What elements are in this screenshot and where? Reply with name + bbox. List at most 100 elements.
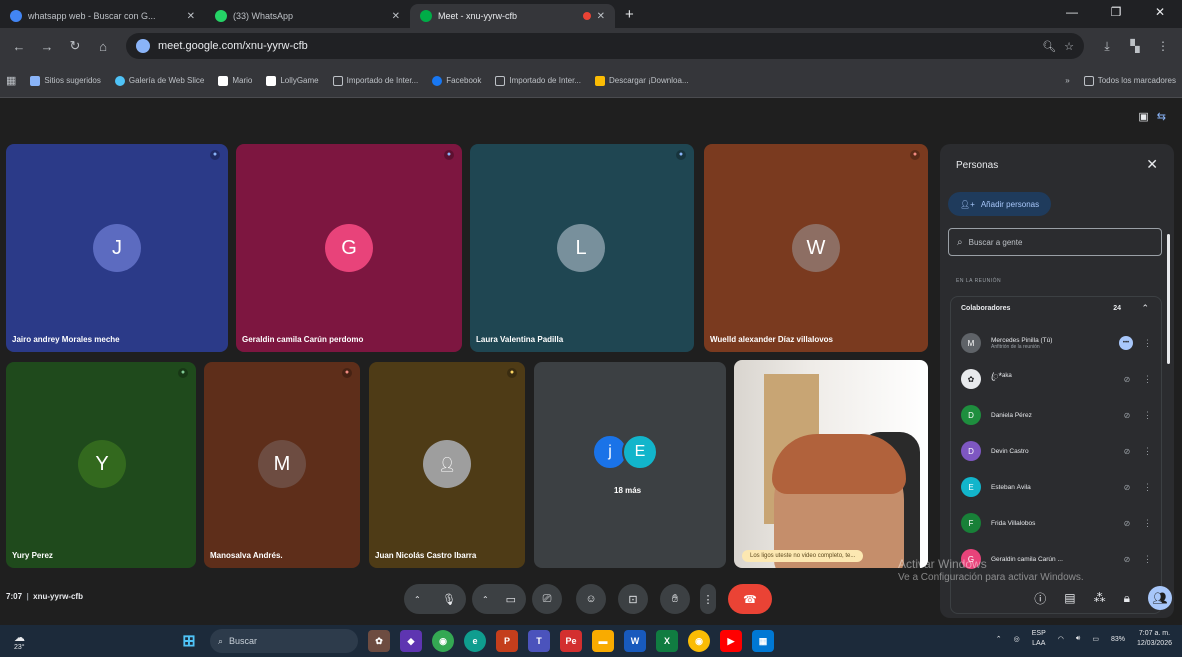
caption-banner[interactable]: Los ligos uteste no video completo, te..…	[742, 550, 864, 562]
close-tab-icon[interactable]: ✕	[187, 11, 195, 22]
powerpoint-icon[interactable]: P	[496, 630, 518, 652]
more-options-icon[interactable]: ⋮	[1143, 554, 1152, 565]
participant-tile[interactable]: ● 👤︎ Juan Nicolás Castro Ibarra	[369, 362, 525, 568]
more-participants-tile[interactable]: j E 18 más	[534, 362, 726, 568]
participant-tile[interactable]: ● G Geraldin camila Carún perdomo	[236, 144, 462, 352]
list-item[interactable]: ✿ ꦿ*ᵃᵏᵃ ⊘ ⋮	[951, 361, 1161, 397]
list-item[interactable]: M Mercedes Pinilla (Tú) Anfitrión de la …	[951, 325, 1161, 361]
mic-off-icon[interactable]: ⊘	[1121, 411, 1133, 420]
file-explorer-icon[interactable]: ▬	[592, 630, 614, 652]
bookmark-item[interactable]: Facebook	[432, 75, 481, 86]
participant-tile[interactable]: ● Y Yury Perez	[6, 362, 196, 568]
browser-tab[interactable]: whatsapp web - Buscar con G... ✕	[0, 4, 205, 28]
widgets-icon[interactable]: ✿	[368, 630, 390, 652]
chevron-up-icon[interactable]: ⌃	[996, 635, 1002, 643]
home-icon[interactable]: ⌂	[92, 39, 114, 54]
activities-icon[interactable]: ⁂	[1094, 591, 1106, 605]
panel-scrollbar[interactable]	[1167, 234, 1170, 364]
emoji-button[interactable]: ☺	[576, 584, 606, 614]
restore-icon[interactable]: ❐	[1094, 0, 1138, 28]
bookmarks-overflow-icon[interactable]: »	[1065, 76, 1069, 85]
bookmark-item[interactable]: Descargar ¡Downloa...	[594, 75, 689, 86]
youtube-icon[interactable]: ▶	[720, 630, 742, 652]
windows-start-icon[interactable]: ⊞	[178, 630, 200, 652]
people-icon[interactable]: 👥︎	[1148, 586, 1172, 610]
copilot-icon[interactable]: ◆	[400, 630, 422, 652]
present-button[interactable]: ⊡	[618, 584, 648, 614]
host-controls-icon[interactable]: 🔒︎	[1124, 591, 1130, 606]
mic-toggle-button[interactable]: ⌃ 🎙︎	[404, 584, 466, 614]
zoom-icon[interactable]: 🔍︎	[1042, 40, 1056, 53]
all-bookmarks-folder[interactable]: Todos los marcadores	[1083, 75, 1176, 86]
bookmark-folder[interactable]: Importado de Inter...	[332, 75, 418, 86]
more-options-icon[interactable]: ⋮	[1143, 518, 1152, 529]
photoshop-elements-icon[interactable]: Pe	[560, 630, 582, 652]
chat-icon[interactable]: ▤	[1064, 591, 1075, 605]
download-icon[interactable]: ⤓	[1096, 39, 1118, 54]
battery-icon[interactable]: ▭	[1092, 635, 1099, 643]
teams-icon[interactable]: T	[528, 630, 550, 652]
bookmark-star-icon[interactable]: ☆	[1064, 40, 1074, 53]
participant-tile[interactable]: ● J Jairo andrey Morales meche	[6, 144, 228, 352]
leave-call-button[interactable]: ☎︎	[728, 584, 772, 614]
new-tab-button[interactable]: +	[615, 6, 644, 28]
browser-tab[interactable]: (33) WhatsApp ✕	[205, 4, 410, 28]
more-options-icon[interactable]: ⋮	[1143, 374, 1152, 385]
edge-icon[interactable]: e	[464, 630, 486, 652]
minimize-icon[interactable]: —	[1050, 0, 1094, 28]
bookmark-item[interactable]: Sitios sugeridos	[30, 75, 101, 86]
location-icon[interactable]: ◎	[1014, 635, 1020, 643]
bookmark-item[interactable]: Mario	[218, 75, 252, 86]
mic-off-icon[interactable]: ⊘	[1121, 447, 1133, 456]
more-options-button[interactable]: ⋮	[700, 584, 716, 614]
close-tab-icon[interactable]: ✕	[392, 11, 400, 22]
chevron-up-icon[interactable]: ⌃	[1141, 303, 1149, 314]
list-item[interactable]: D Devin Castro ⊘ ⋮	[951, 433, 1161, 469]
close-panel-icon[interactable]: ✕	[1146, 156, 1158, 173]
camera-toggle-button[interactable]: ⌃ ▭	[472, 584, 526, 614]
address-bar[interactable]: meet.google.com/xnu-yyrw-cfb 🔍︎ ☆	[126, 33, 1084, 59]
taskbar-search[interactable]: ⌕ Buscar	[210, 629, 358, 653]
participant-tile[interactable]: ● L Laura Valentina Padilla	[470, 144, 694, 352]
self-view-tile[interactable]: Los ligos uteste no video completo, te..…	[734, 360, 928, 568]
calculator-icon[interactable]: ▦	[752, 630, 774, 652]
word-icon[interactable]: W	[624, 630, 646, 652]
chevron-up-icon[interactable]: ⌃	[482, 595, 489, 604]
bookmark-folder[interactable]: Importado de Inter...	[495, 75, 581, 86]
url-text[interactable]: meet.google.com/xnu-yyrw-cfb	[158, 40, 1034, 52]
chrome-icon[interactable]: ◉	[432, 630, 454, 652]
bookmark-item[interactable]: LollyGame	[266, 75, 319, 86]
bookmark-item[interactable]: Galería de Web Slice	[114, 75, 204, 86]
excel-icon[interactable]: X	[656, 630, 678, 652]
extensions-icon[interactable]: ▚	[1124, 39, 1146, 53]
more-options-icon[interactable]: ⋮	[1143, 446, 1152, 457]
more-options-icon[interactable]: ⋮	[1143, 410, 1152, 421]
site-info-icon[interactable]	[136, 39, 150, 53]
more-options-icon[interactable]: ⋮	[1143, 338, 1152, 349]
mic-off-icon[interactable]: ⊘	[1121, 375, 1133, 384]
browser-tab-active[interactable]: Meet - xnu-yyrw-cfb ✕	[410, 4, 615, 28]
menu-icon[interactable]: ⋮	[1152, 39, 1174, 53]
close-tab-icon[interactable]: ✕	[597, 11, 605, 22]
chrome-icon[interactable]: ◉	[688, 630, 710, 652]
participant-tile[interactable]: ● M Manosalva Andrés.	[204, 362, 360, 568]
forward-icon[interactable]: →	[36, 39, 58, 54]
raise-hand-button[interactable]: ✋︎	[660, 584, 690, 614]
wifi-icon[interactable]: ◠	[1058, 635, 1064, 643]
list-item[interactable]: D Daniela Pérez ⊘ ⋮	[951, 397, 1161, 433]
chevron-up-icon[interactable]: ⌃	[414, 595, 421, 604]
captions-icon[interactable]: ▣	[1138, 110, 1148, 123]
add-people-button[interactable]: 👤︎+ Añadir personas	[948, 192, 1052, 216]
reload-icon[interactable]: ↻	[64, 38, 86, 54]
people-search-input[interactable]: ⌕ Buscar a gente	[948, 228, 1162, 256]
volume-icon[interactable]: 🔊︎	[1076, 635, 1080, 643]
mic-off-icon[interactable]: ⊘	[1121, 519, 1133, 528]
layout-icon[interactable]: ⇆	[1157, 110, 1166, 123]
mic-off-icon[interactable]: ⊘	[1121, 555, 1133, 564]
info-icon[interactable]: ⓘ	[1034, 590, 1046, 607]
language-indicator[interactable]: ESP LAA	[1032, 629, 1046, 649]
participant-tile[interactable]: ● W Wuelld alexander Díaz villalovos	[704, 144, 928, 352]
apps-icon[interactable]: ▦	[6, 74, 16, 87]
weather-widget[interactable]: ☁ 23°	[14, 631, 25, 651]
close-window-icon[interactable]: ✕	[1138, 0, 1182, 28]
